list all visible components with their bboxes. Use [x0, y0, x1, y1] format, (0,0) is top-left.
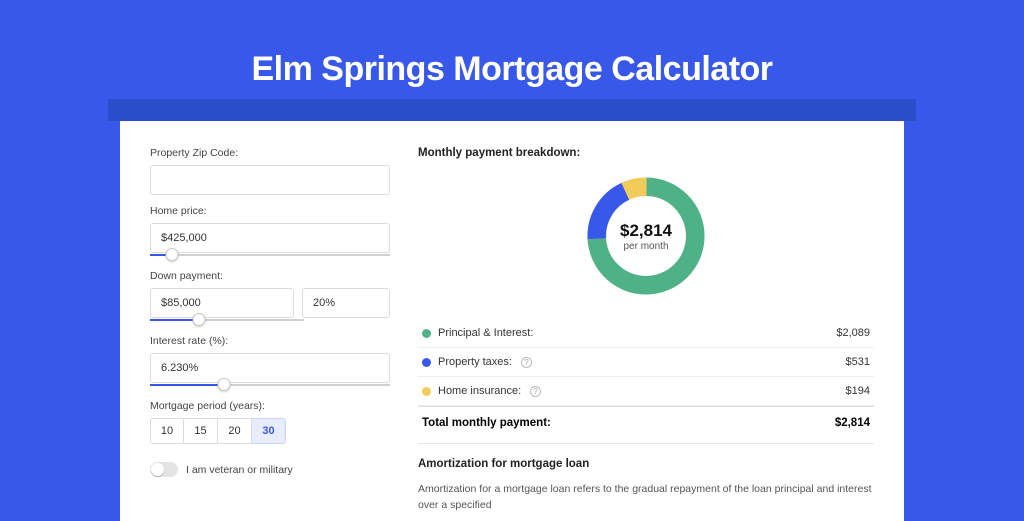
home-price-input[interactable] [150, 223, 390, 253]
interest-group: Interest rate (%): [150, 335, 390, 390]
donut-amount: $2,814 [620, 221, 672, 241]
down-payment-slider[interactable] [150, 315, 304, 325]
dot-icon [422, 387, 431, 396]
interest-input[interactable] [150, 353, 390, 383]
period-option-20[interactable]: 20 [218, 418, 252, 444]
toggle-knob-icon [151, 463, 164, 476]
home-price-slider[interactable] [150, 250, 390, 260]
info-icon[interactable]: ? [530, 386, 541, 397]
veteran-label: I am veteran or military [186, 464, 293, 476]
veteran-toggle[interactable] [150, 462, 178, 477]
veteran-row: I am veteran or military [150, 462, 390, 477]
down-payment-pct-input[interactable] [302, 288, 390, 318]
amortization-text: Amortization for a mortgage loan refers … [418, 482, 874, 514]
down-payment-group: Down payment: [150, 270, 390, 325]
zip-label: Property Zip Code: [150, 147, 390, 159]
amortization-section: Amortization for mortgage loan Amortizat… [418, 443, 874, 514]
calculator-card: Property Zip Code: Home price: Down paym… [120, 121, 904, 521]
legend-insurance-label: Home insurance: [438, 385, 521, 397]
interest-slider[interactable] [150, 380, 390, 390]
legend-principal: Principal & Interest: $2,089 [418, 319, 874, 348]
legend-insurance: Home insurance: ? $194 [418, 377, 874, 406]
amortization-title: Amortization for mortgage loan [418, 458, 874, 470]
total-value: $2,814 [835, 417, 870, 429]
period-label: Mortgage period (years): [150, 400, 390, 412]
donut-container: $2,814 per month [418, 171, 874, 301]
period-option-10[interactable]: 10 [150, 418, 184, 444]
legend-taxes-label: Property taxes: [438, 356, 512, 368]
dot-icon [422, 358, 431, 367]
total-row: Total monthly payment: $2,814 [418, 406, 874, 443]
home-price-label: Home price: [150, 205, 390, 217]
breakdown-title: Monthly payment breakdown: [418, 147, 874, 159]
header-ribbon [108, 99, 916, 121]
period-segmented: 10 15 20 30 [150, 418, 390, 444]
inputs-panel: Property Zip Code: Home price: Down paym… [150, 147, 390, 521]
zip-group: Property Zip Code: [150, 147, 390, 195]
info-icon[interactable]: ? [521, 357, 532, 368]
period-option-15[interactable]: 15 [184, 418, 218, 444]
donut-chart: $2,814 per month [581, 171, 711, 301]
total-label: Total monthly payment: [422, 417, 551, 429]
legend-principal-label: Principal & Interest: [438, 327, 533, 339]
period-group: Mortgage period (years): 10 15 20 30 [150, 400, 390, 444]
interest-label: Interest rate (%): [150, 335, 390, 347]
legend-principal-value: $2,089 [836, 327, 870, 339]
breakdown-panel: Monthly payment breakdown: $2,814 per mo… [418, 147, 874, 521]
legend-taxes-value: $531 [846, 356, 870, 368]
page-title: Elm Springs Mortgage Calculator [0, 50, 1024, 89]
zip-input[interactable] [150, 165, 390, 195]
down-payment-label: Down payment: [150, 270, 390, 282]
legend-insurance-value: $194 [846, 385, 870, 397]
home-price-group: Home price: [150, 205, 390, 260]
period-option-30[interactable]: 30 [252, 418, 286, 444]
donut-period: per month [623, 241, 668, 252]
legend-taxes: Property taxes: ? $531 [418, 348, 874, 377]
down-payment-input[interactable] [150, 288, 294, 318]
dot-icon [422, 329, 431, 338]
